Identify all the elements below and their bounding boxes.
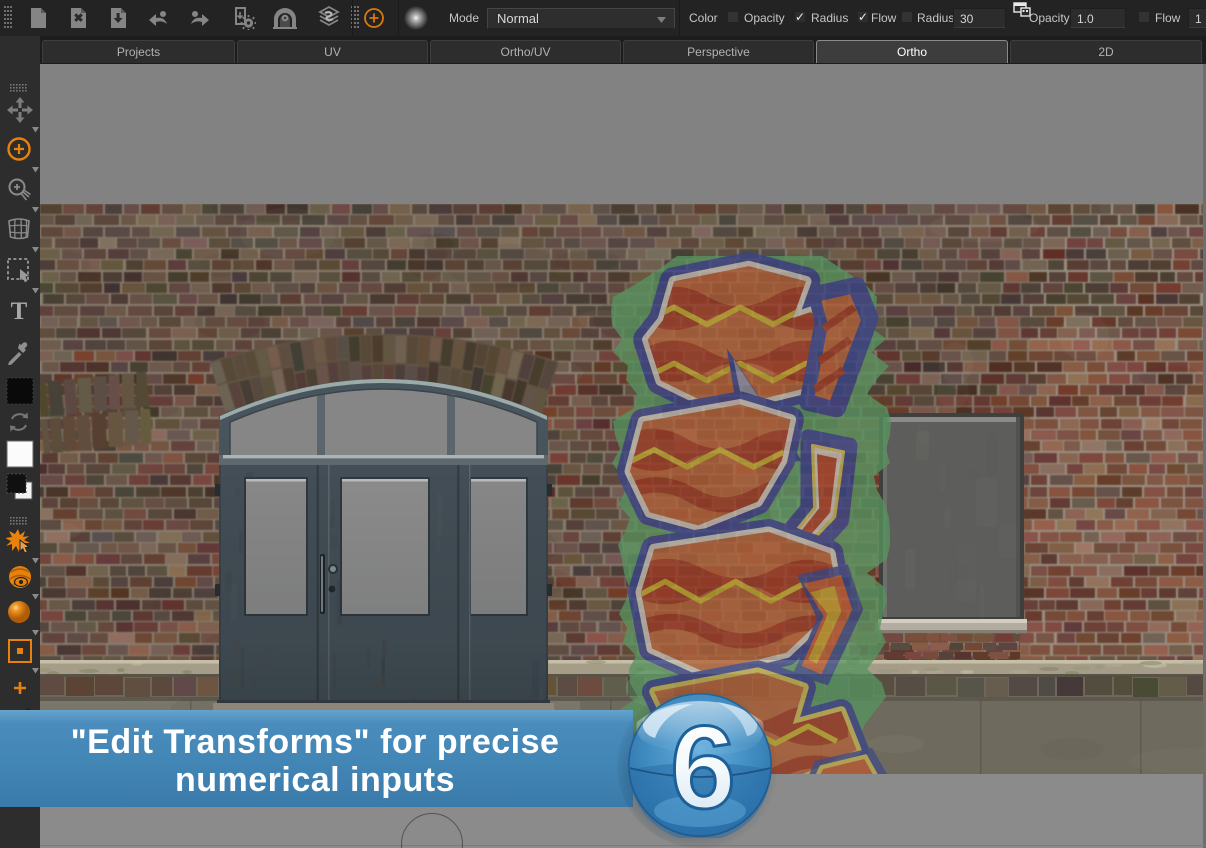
svg-text:6: 6 [670,702,736,834]
svg-text:T: T [11,298,28,323]
